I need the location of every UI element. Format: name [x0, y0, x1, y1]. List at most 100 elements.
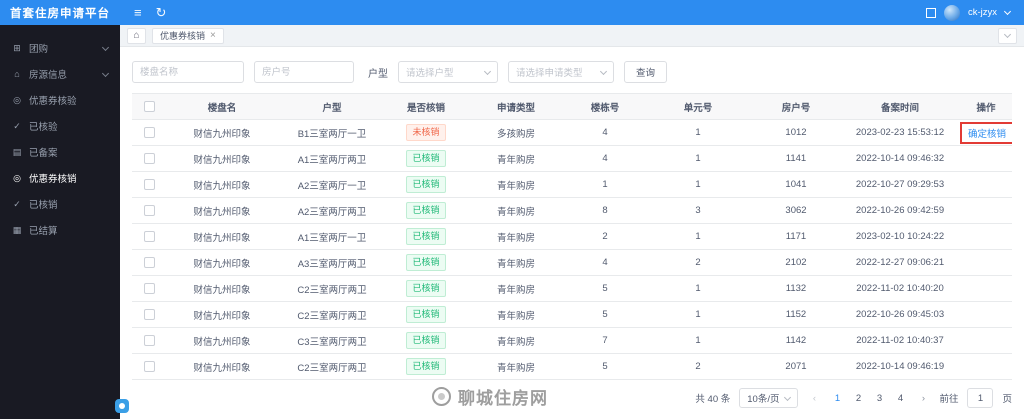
- cell-name: 财信九州印象: [166, 249, 278, 276]
- page-size-select[interactable]: 10条/页: [739, 388, 799, 408]
- corner-logo-icon: [115, 399, 129, 413]
- pagination: 共 40 条 10条/页 ‹ 1234 › 前往 页: [132, 388, 1012, 408]
- tab-coupon-redeem[interactable]: 优惠券核销 ×: [152, 27, 224, 44]
- cell-status: 已核销: [386, 197, 466, 224]
- tab-list-dropdown[interactable]: [998, 27, 1017, 44]
- goto-page-input[interactable]: [967, 388, 994, 408]
- sidebar-item-coupon-verify[interactable]: ◎ 优惠券核验: [0, 87, 120, 113]
- row-checkbox[interactable]: [143, 282, 155, 294]
- cell-action: [960, 353, 1012, 380]
- cell-action: [960, 171, 1012, 198]
- cell-name: 财信九州印象: [166, 301, 278, 328]
- cell-status: 已核销: [386, 145, 466, 172]
- cell-unit: 1: [644, 119, 752, 146]
- checkbox-cell: [132, 223, 166, 250]
- cell-time: 2022-11-02 10:40:37: [840, 327, 960, 354]
- cell-unit: 1: [644, 145, 752, 172]
- avatar[interactable]: [943, 4, 960, 21]
- cell-unit: 1: [644, 327, 752, 354]
- cell-unit: 2: [644, 249, 752, 276]
- page-number-2[interactable]: 2: [851, 393, 865, 404]
- confirm-redeem-link[interactable]: 确定核销: [968, 129, 1006, 140]
- chevron-down-icon: [101, 43, 110, 51]
- home-tab-button[interactable]: ⌂: [127, 27, 146, 44]
- checkbox-cell: [132, 197, 166, 224]
- cell-time: 2022-11-02 10:40:20: [840, 275, 960, 302]
- page-number-1[interactable]: 1: [830, 393, 844, 404]
- cell-unit_type: A1三室两厅两卫: [278, 145, 386, 172]
- row-checkbox[interactable]: [143, 256, 155, 268]
- sidebar-item-housing-info[interactable]: ⌂ 房源信息: [0, 61, 120, 87]
- data-table: 楼盘名 户型 是否核销 申请类型 楼栋号 单元号 房户号 备案时间 操作 财信九州印象 B1三室两…: [132, 93, 1012, 380]
- cell-name: 财信九州印象: [166, 145, 278, 172]
- project-name-input[interactable]: [132, 61, 244, 83]
- coupon-redeem-icon: ◎: [13, 172, 21, 183]
- row-checkbox[interactable]: [143, 204, 155, 216]
- cell-time: 2023-02-10 10:24:22: [840, 223, 960, 250]
- status-badge: 已核销: [406, 279, 446, 298]
- page-number-3[interactable]: 3: [872, 393, 886, 404]
- cell-unit_type: B1三室两厅一卫: [278, 119, 386, 146]
- search-button[interactable]: 查询: [624, 61, 668, 83]
- sidebar-item-redeemed[interactable]: ✓ 已核销: [0, 191, 120, 217]
- prev-page-button[interactable]: ‹: [807, 393, 821, 404]
- checkbox-cell: [132, 353, 166, 380]
- user-menu-caret-icon[interactable]: [1003, 7, 1012, 16]
- goto-label: 前往: [939, 394, 959, 405]
- page-size-label: 10条/页: [747, 394, 780, 405]
- row-checkbox[interactable]: [143, 360, 155, 372]
- cell-name: 财信九州印象: [166, 275, 278, 302]
- cell-unit: 3: [644, 197, 752, 224]
- table-row: 财信九州印象 A1三室两厅两卫 已核销 青年购房 4 1 1141 2022-10-14 09…: [132, 145, 1012, 172]
- cell-building: 4: [566, 249, 644, 276]
- cell-room: 1012: [752, 119, 840, 146]
- room-number-input[interactable]: [254, 61, 354, 83]
- sidebar-item-filed[interactable]: ▤ 已备案: [0, 139, 120, 165]
- row-checkbox[interactable]: [143, 178, 155, 190]
- checkbox-cell: [132, 119, 166, 146]
- cell-unit: 2: [644, 353, 752, 380]
- row-checkbox[interactable]: [143, 308, 155, 320]
- table-row: 财信九州印象 A2三室两厅一卫 已核销 青年购房 1 1 1041 2022-10-27 09…: [132, 171, 1012, 198]
- row-checkbox[interactable]: [143, 230, 155, 242]
- home-icon: ⌂: [133, 29, 140, 41]
- cell-unit: 1: [644, 223, 752, 250]
- cell-time: 2022-10-27 09:29:53: [840, 171, 960, 198]
- panel: 户型 请选择户型 请选择申请类型 查询: [120, 47, 1024, 419]
- row-checkbox[interactable]: [143, 152, 155, 164]
- cell-unit: 1: [644, 301, 752, 328]
- column-header: 户型: [278, 93, 386, 120]
- apply-type-select[interactable]: 请选择申请类型: [508, 61, 614, 83]
- fullscreen-icon[interactable]: [925, 7, 936, 18]
- column-header: 房户号: [752, 93, 840, 120]
- sidebar-item-verified[interactable]: ✓ 已核验: [0, 113, 120, 139]
- row-checkbox[interactable]: [143, 334, 155, 346]
- status-badge: 已核销: [406, 149, 446, 168]
- row-checkbox[interactable]: [143, 126, 155, 138]
- select-all-checkbox[interactable]: [143, 100, 155, 112]
- sidebar-toggle-icon[interactable]: ≡: [134, 6, 142, 19]
- sidebar-item-settled[interactable]: ▦ 已结算: [0, 217, 120, 243]
- tab-close-icon[interactable]: ×: [210, 30, 216, 41]
- sidebar-item-label: 已结算: [29, 226, 58, 237]
- cell-status: 已核销: [386, 301, 466, 328]
- cell-action: 确定核销: [960, 119, 1012, 146]
- settled-icon: ▦: [12, 224, 22, 235]
- app-root: 首套住房申请平台 ≡ ↻ ck-jzyx ⊞ 团购 ⌂ 房源信息 ◎ 优惠券核验 ✓ 已核验 ▤…: [0, 0, 1024, 419]
- cell-name: 财信九州印象: [166, 197, 278, 224]
- page-number-4[interactable]: 4: [893, 393, 907, 404]
- redeemed-icon: ✓: [13, 198, 21, 209]
- cell-room: 1141: [752, 145, 840, 172]
- cell-status: 已核销: [386, 353, 466, 380]
- cell-room: 1132: [752, 275, 840, 302]
- column-header: 楼栋号: [566, 93, 644, 120]
- cell-unit_type: C2三室两厅两卫: [278, 353, 386, 380]
- sidebar-item-coupon-redeem[interactable]: ◎ 优惠券核销: [0, 165, 120, 191]
- next-page-button[interactable]: ›: [916, 393, 930, 404]
- sidebar-item-group-buy[interactable]: ⊞ 团购: [0, 35, 120, 61]
- username[interactable]: ck-jzyx: [968, 7, 997, 18]
- cell-room: 1171: [752, 223, 840, 250]
- select-all-header: [132, 93, 166, 120]
- refresh-icon[interactable]: ↻: [156, 6, 167, 19]
- unit-type-select[interactable]: 请选择户型: [398, 61, 498, 83]
